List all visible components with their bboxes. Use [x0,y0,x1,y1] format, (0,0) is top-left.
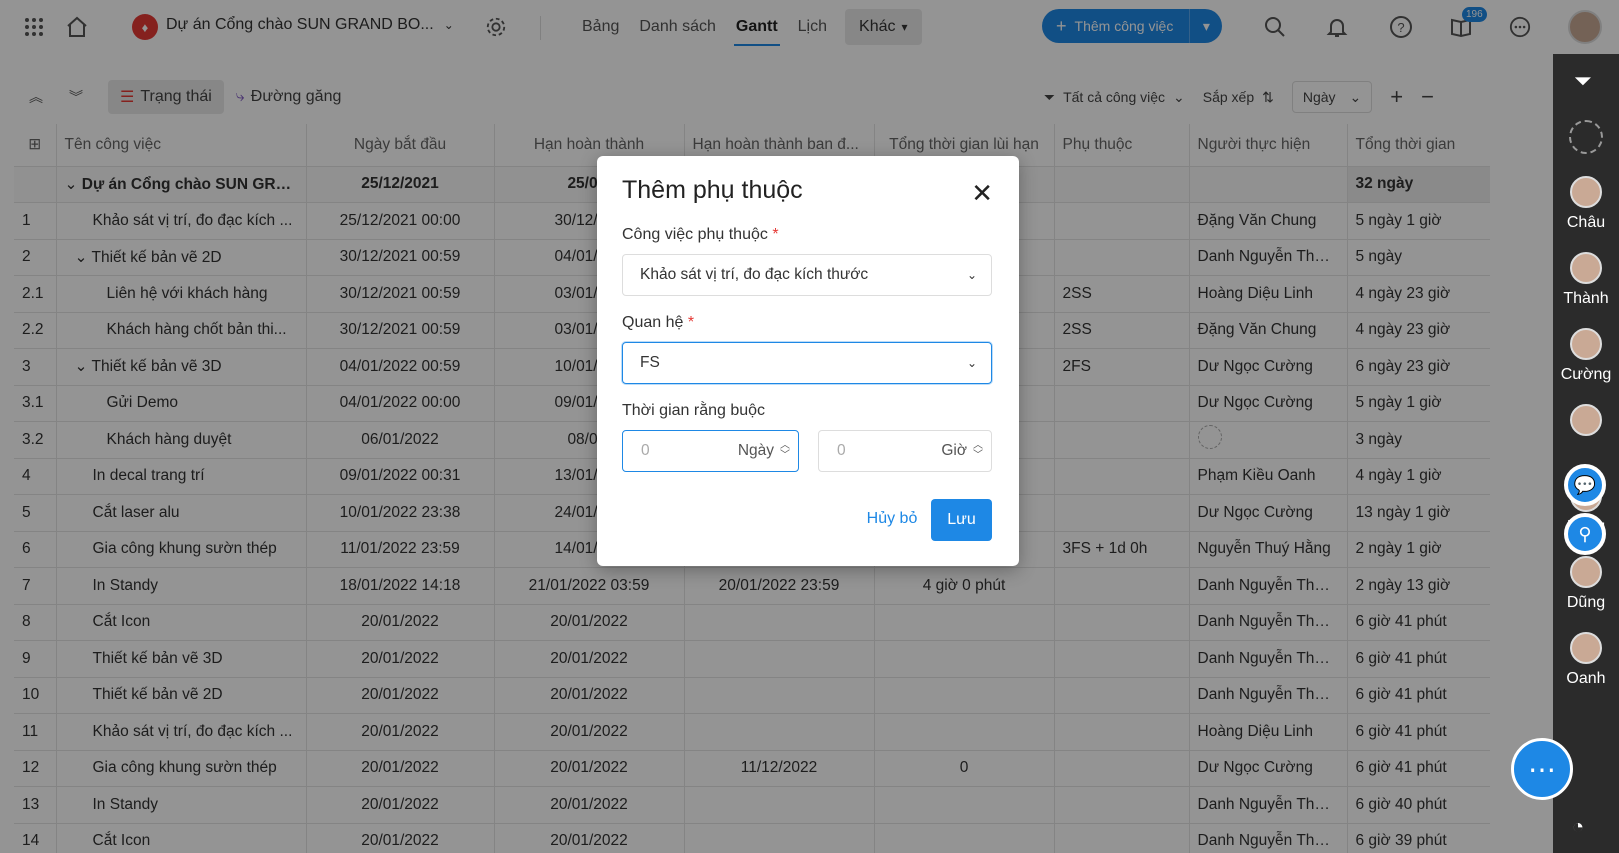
avatar [1570,328,1602,360]
member-label: Thành [1563,290,1609,307]
member-item[interactable]: Thành [1553,252,1619,308]
dependency-label-wrap: Công việc phụ thuộc * [622,226,779,244]
hours-input[interactable]: 0 Giờ ︿ ﹀ [818,430,992,472]
avatar [1570,252,1602,284]
member-label: Oanh [1566,670,1606,687]
stepper-icon[interactable]: ︿ ﹀ [780,441,790,461]
history-icon[interactable]: ◔ [1572,816,1584,839]
hours-unit: Giờ [941,442,967,459]
days-unit: Ngày [737,442,774,459]
filter-icon[interactable]: ⏷ [1574,68,1592,94]
dependency-label: Công việc phụ thuộc [622,226,768,243]
avatar [1570,556,1602,588]
avatar [1570,176,1602,208]
member-label: Cường [1560,366,1612,383]
relation-value: FS [640,354,660,371]
member-item[interactable] [1553,404,1619,442]
member-label: Dũng [1566,594,1606,611]
avatar [1570,404,1602,436]
modal-title: Thêm phụ thuộc [622,176,803,204]
location-icon[interactable]: ⚲ [1564,513,1606,555]
hours-value: 0 [837,442,846,459]
add-dependency-modal: Thêm phụ thuộc ✕ Công việc phụ thuộc * K… [597,156,1019,566]
add-member-icon[interactable] [1569,120,1603,154]
member-item[interactable]: Oanh [1553,632,1619,688]
cancel-button[interactable]: Hủy bỏ [857,499,927,539]
dependency-select[interactable]: Khảo sát vị trí, đo đạc kích thước ⌄ [622,254,992,296]
chat-support-icon[interactable]: 💬 [1564,464,1606,506]
chevron-down-icon: ⌄ [966,268,977,282]
required-mark: * [687,314,695,331]
member-item[interactable]: Cường [1553,328,1619,384]
member-item[interactable]: Châu [1553,176,1619,232]
member-item[interactable]: Dũng [1553,556,1619,612]
relation-select[interactable]: FS ⌄ [622,342,992,384]
days-value: 0 [641,442,650,459]
dependency-value: Khảo sát vị trí, đo đạc kích thước [640,266,869,283]
constraint-label: Thời gian rằng buộc [622,402,766,419]
stepper-icon[interactable]: ︿ ﹀ [973,441,983,461]
close-icon[interactable]: ✕ [971,178,993,209]
save-button[interactable]: Lưu [931,499,992,541]
days-input[interactable]: 0 Ngày ︿ ﹀ [622,430,799,472]
avatar [1570,632,1602,664]
members-rail: ⏷ ChâuThànhCườngHằngDũngOanh [1553,54,1619,853]
messenger-icon[interactable]: ⋯ [1511,738,1573,800]
relation-label: Quan hệ [622,314,684,331]
member-label: Châu [1566,214,1606,231]
relation-label-wrap: Quan hệ * [622,314,694,332]
top-dim-overlay [0,0,1619,54]
chevron-down-icon: ⌄ [966,356,977,370]
required-mark: * [772,226,779,243]
